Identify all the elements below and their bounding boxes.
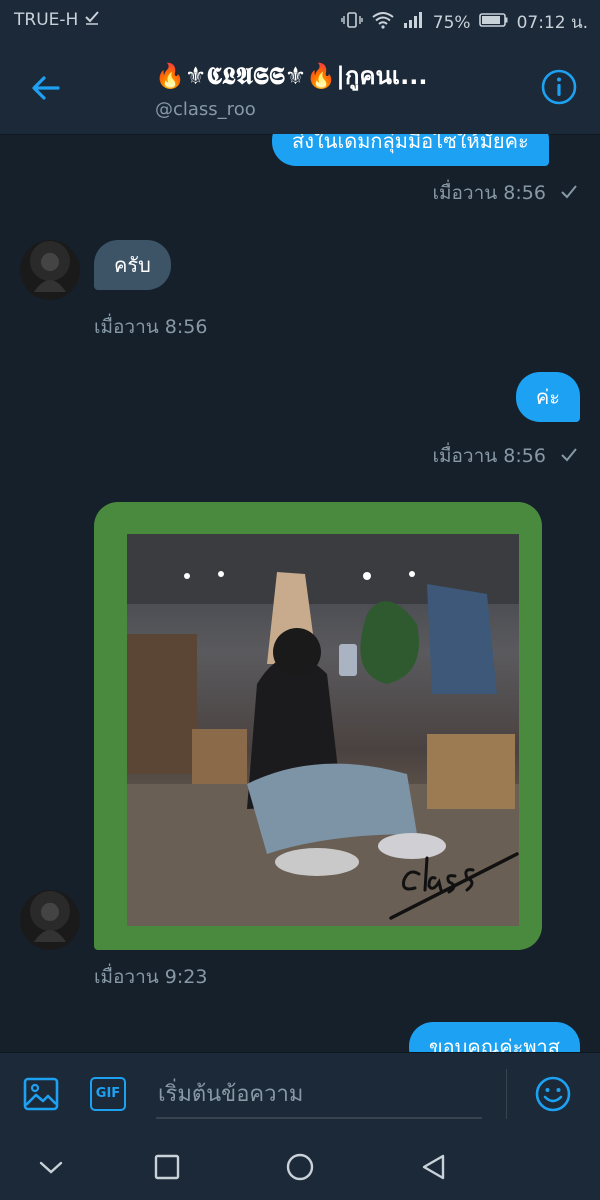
- battery-percent: 75%: [432, 12, 471, 33]
- read-check-icon: [560, 183, 578, 205]
- message-timestamp: เมื่อวาน 8:56: [432, 178, 578, 208]
- clock: 07:12 น.: [516, 13, 588, 33]
- status-bar: TRUE-H 75% 07:12 น.: [0, 0, 600, 40]
- message-timestamp: เมื่อวาน 9:23: [94, 966, 208, 988]
- back-arrow-icon[interactable]: [28, 70, 64, 106]
- message-text: ส่งในเดมกลุ่มมือไซให้มั้ยคะ: [292, 134, 529, 153]
- message-text: ครับ: [114, 253, 151, 277]
- message-text: ค่ะ: [535, 385, 560, 409]
- nav-back-icon[interactable]: [418, 1152, 448, 1182]
- shared-photo[interactable]: [127, 534, 519, 926]
- check-icon: [84, 9, 100, 30]
- carrier-label: TRUE-H: [14, 9, 79, 30]
- read-check-icon: [560, 446, 578, 468]
- battery-icon: [478, 12, 509, 33]
- emoji-icon[interactable]: [534, 1075, 572, 1113]
- wifi-icon: [371, 11, 395, 34]
- compose-bar: GIF: [0, 1052, 600, 1135]
- nav-recents-icon[interactable]: [152, 1152, 182, 1182]
- message-bubble-outgoing[interactable]: ขอบคุณค่ะพาส: [408, 1022, 580, 1052]
- divider: [506, 1069, 507, 1119]
- system-nav-bar: [0, 1134, 600, 1200]
- message-image-incoming[interactable]: [94, 502, 542, 950]
- message-bubble-outgoing[interactable]: ส่งในเดมกลุ่มมือไซให้มั้ยคะ: [272, 134, 549, 166]
- signal-icon: [403, 11, 425, 34]
- message-list[interactable]: ส่งในเดมกลุ่มมือไซให้มั้ยคะ เมื่อวาน 8:5…: [0, 134, 600, 1052]
- conversation-handle: @class_roo: [155, 99, 256, 120]
- nav-collapse-icon[interactable]: [36, 1152, 66, 1182]
- conversation-title-block[interactable]: 🔥⚜𝕮𝕷𝕬𝕾𝕾⚜🔥|กูคนเ... @class_roo: [155, 56, 535, 120]
- message-timestamp: เมื่อวาน 8:56: [432, 441, 578, 471]
- conversation-title: 🔥⚜𝕮𝕷𝕬𝕾𝕾⚜🔥|กูคนเ...: [155, 62, 428, 90]
- conversation-header: 🔥⚜𝕮𝕷𝕬𝕾𝕾⚜🔥|กูคนเ... @class_roo: [0, 40, 600, 135]
- avatar[interactable]: [20, 890, 80, 950]
- message-text: ขอบคุณค่ะพาส: [428, 1035, 560, 1052]
- gif-icon[interactable]: GIF: [90, 1077, 126, 1111]
- avatar[interactable]: [20, 240, 80, 300]
- message-bubble-incoming[interactable]: ครับ: [94, 240, 171, 290]
- nav-home-icon[interactable]: [285, 1152, 315, 1182]
- signature-watermark: [389, 830, 519, 926]
- message-timestamp: เมื่อวาน 8:56: [94, 316, 208, 338]
- message-input[interactable]: [156, 1071, 482, 1119]
- vibrate-icon: [341, 11, 363, 34]
- message-bubble-outgoing[interactable]: ค่ะ: [515, 372, 580, 422]
- info-icon[interactable]: [540, 68, 578, 106]
- image-icon[interactable]: [22, 1075, 60, 1113]
